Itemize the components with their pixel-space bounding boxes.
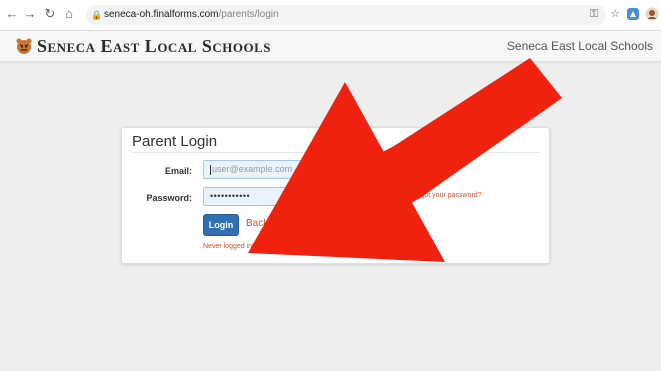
- email-label: Email:: [164, 166, 192, 176]
- panel-title: Parent Login: [132, 133, 218, 150]
- password-label: Password:: [146, 193, 192, 203]
- reload-icon[interactable]: ↻: [42, 6, 58, 22]
- email-field[interactable]: user@example.com: [203, 160, 403, 179]
- address-bar[interactable]: 🔒 seneca-oh.finalforms.com/parents/login: [86, 5, 606, 25]
- url-path: /parents/login: [218, 9, 279, 20]
- star-icon[interactable]: ☆: [609, 6, 621, 22]
- lock-icon: 🔒: [91, 10, 103, 20]
- home-icon[interactable]: ⌂: [61, 6, 77, 22]
- back-arrow-icon[interactable]: ←: [4, 6, 20, 22]
- email-placeholder: user@example.com: [212, 164, 293, 174]
- login-panel: Parent Login Email: user@example.com Pas…: [121, 127, 550, 264]
- divider: [132, 152, 539, 153]
- never-logged-in-link[interactable]: Never logged in?: [203, 242, 256, 252]
- url-host: seneca-oh.finalforms.com: [104, 9, 219, 20]
- forgot-password-link[interactable]: Forgot your password?: [410, 191, 482, 201]
- back-link[interactable]: Back: [246, 216, 268, 232]
- login-button[interactable]: Login: [203, 214, 239, 236]
- extension-icon[interactable]: [626, 6, 640, 22]
- forward-arrow-icon[interactable]: →: [22, 6, 38, 22]
- key-icon[interactable]: ⚿: [588, 6, 600, 22]
- site-header: Seneca East Local Schools Seneca East Lo…: [0, 31, 661, 62]
- password-field[interactable]: •••••••••••: [203, 187, 403, 206]
- profile-avatar[interactable]: [645, 6, 659, 22]
- url-text[interactable]: seneca-oh.finalforms.com/parents/login: [104, 8, 279, 22]
- tiger-mascot-icon: [16, 38, 32, 54]
- browser-toolbar: ← → ↻ ⌂ 🔒 seneca-oh.finalforms.com/paren…: [0, 0, 661, 31]
- site-brand[interactable]: Seneca East Local Schools: [37, 35, 271, 57]
- site-title-right: Seneca East Local Schools: [506, 39, 653, 53]
- text-caret: [210, 164, 211, 175]
